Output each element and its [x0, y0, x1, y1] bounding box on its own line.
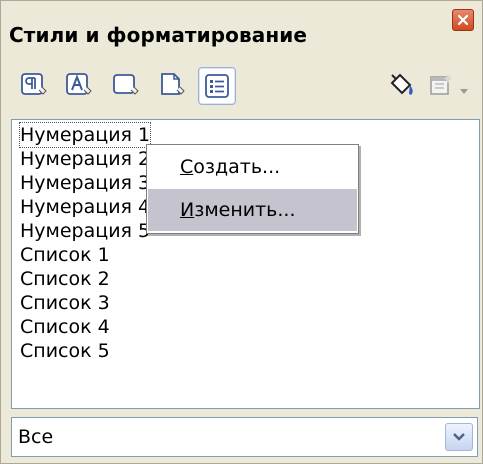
chevron-down-icon [460, 89, 468, 94]
list-styles-button[interactable] [198, 67, 236, 105]
context-menu-modify[interactable]: Изменить... [148, 189, 357, 231]
close-icon [457, 14, 469, 26]
modify-label: Изменить... [180, 199, 296, 221]
modify-rest: зменить... [194, 199, 296, 221]
list-item[interactable]: Нумерация 4 [20, 195, 150, 219]
paint-bucket-icon [390, 73, 413, 95]
create-rest: оздать... [193, 156, 281, 178]
list-item[interactable]: Список 3 [20, 291, 110, 315]
new-style-dropdown-arrow[interactable] [459, 81, 469, 100]
character-styles-button[interactable] [60, 67, 96, 103]
list-item[interactable]: Нумерация 5 [20, 219, 150, 243]
context-menu: Создать... Изменить... [146, 144, 359, 234]
styles-and-formatting-window: Стили и форматирование Нумерация 1 Нумер… [0, 0, 483, 464]
create-label: Создать... [180, 156, 280, 178]
title-bar[interactable]: Стили и форматирование [9, 17, 479, 53]
frame-styles-icon [113, 74, 139, 95]
chevron-down-icon [453, 433, 465, 441]
filter-dropdown-button[interactable] [445, 423, 473, 451]
context-menu-create[interactable]: Создать... [148, 146, 357, 188]
frame-styles-button[interactable] [107, 67, 143, 103]
window-title: Стили и форматирование [9, 23, 308, 47]
toolbar [11, 59, 478, 111]
page-styles-icon [161, 73, 185, 95]
close-button[interactable] [452, 9, 474, 31]
list-item[interactable]: Список 1 [20, 243, 110, 267]
new-style-icon [430, 74, 453, 95]
new-style-from-selection-button[interactable] [423, 67, 459, 103]
create-accel: С [180, 156, 194, 178]
list-styles-icon [205, 74, 229, 98]
modify-accel: И [180, 199, 195, 221]
list-item[interactable]: Список 2 [20, 267, 110, 291]
character-styles-icon [66, 73, 92, 95]
fill-format-mode-button[interactable] [383, 67, 419, 103]
list-item[interactable]: Нумерация 3 [20, 171, 150, 195]
list-item[interactable]: Список 5 [20, 339, 110, 363]
filter-value: Все [18, 426, 54, 448]
style-filter-select[interactable]: Все [11, 417, 478, 457]
list-item[interactable]: Нумерация 2 [20, 147, 150, 171]
list-item[interactable]: Список 4 [20, 315, 110, 339]
paragraph-styles-button[interactable] [15, 67, 51, 103]
list-item[interactable]: Нумерация 1 [18, 122, 152, 148]
page-styles-button[interactable] [153, 67, 189, 103]
paragraph-styles-icon [21, 73, 47, 95]
